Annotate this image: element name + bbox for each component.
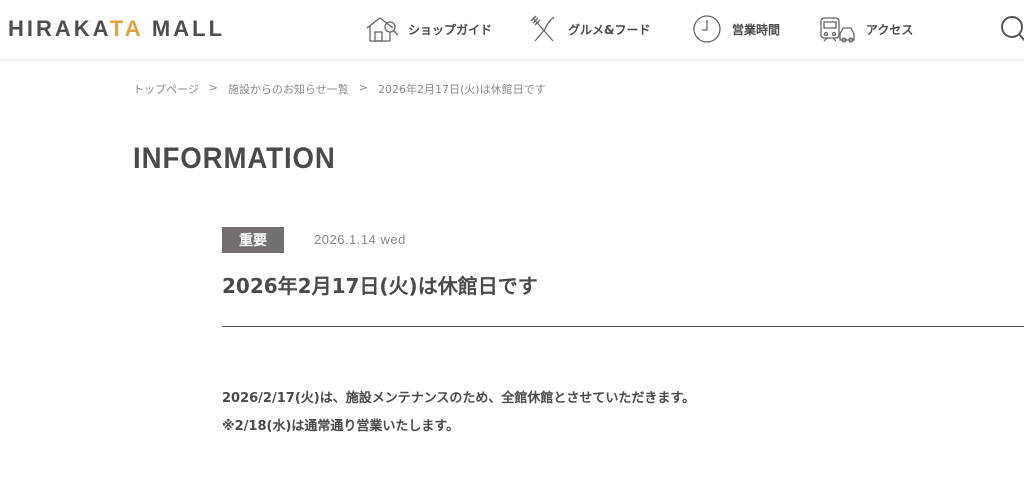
logo-text-right: MALL xyxy=(142,16,226,41)
nav-shop-guide-label: ショップガイド xyxy=(408,22,493,37)
post-date: 2026.1.14 wed xyxy=(314,232,406,247)
breadcrumb-home[interactable]: トップページ xyxy=(133,81,199,97)
breadcrumb: トップページ > 施設からのお知らせ一覧 > 2026年2月17日(火)は休館日… xyxy=(133,81,546,97)
page-title: INFORMATION xyxy=(133,142,336,175)
nav-shop-guide[interactable]: ショップガイド xyxy=(364,12,492,46)
article-body-line: ※2/18(水)は通常通り営業いたします。 xyxy=(222,419,460,434)
shop-icon xyxy=(364,14,400,44)
article-body: 2026/2/17(火)は、施設メンテナンスのため、全館休館とさせていただきます… xyxy=(222,385,695,441)
logo-text-left: HIRAKA xyxy=(8,16,110,41)
breadcrumb-current: 2026年2月17日(火)は休館日です xyxy=(378,83,546,96)
site-header: HIRAKATA MALL ショップガイド グルメ&フード 営業時間 アクセス xyxy=(0,0,1024,60)
site-logo[interactable]: HIRAKATA MALL xyxy=(8,16,225,42)
breadcrumb-info-list[interactable]: 施設からのお知らせ一覧 xyxy=(228,81,349,97)
nav-business-hours[interactable]: 営業時間 xyxy=(692,12,780,46)
nav-business-hours-label: 営業時間 xyxy=(732,22,781,37)
train-car-icon xyxy=(818,14,858,44)
nav-access-label: アクセス xyxy=(866,22,914,37)
title-divider xyxy=(222,326,1024,327)
article-title: 2026年2月17日(火)は休館日です xyxy=(222,274,538,298)
search-button[interactable] xyxy=(996,14,1024,44)
breadcrumb-separator: > xyxy=(208,81,218,94)
fork-knife-icon xyxy=(528,14,560,44)
breadcrumb-separator: > xyxy=(358,81,368,94)
search-icon xyxy=(996,16,1024,48)
nav-gourmet-food[interactable]: グルメ&フード xyxy=(528,12,650,46)
logo-text-accent: TA xyxy=(109,16,143,41)
nav-gourmet-food-label: グルメ&フード xyxy=(568,22,651,37)
important-badge: 重要 xyxy=(222,227,284,253)
nav-access[interactable]: アクセス xyxy=(818,12,913,46)
article-body-line: 2026/2/17(火)は、施設メンテナンスのため、全館休館とさせていただきます… xyxy=(222,391,696,406)
clock-icon xyxy=(692,14,724,44)
